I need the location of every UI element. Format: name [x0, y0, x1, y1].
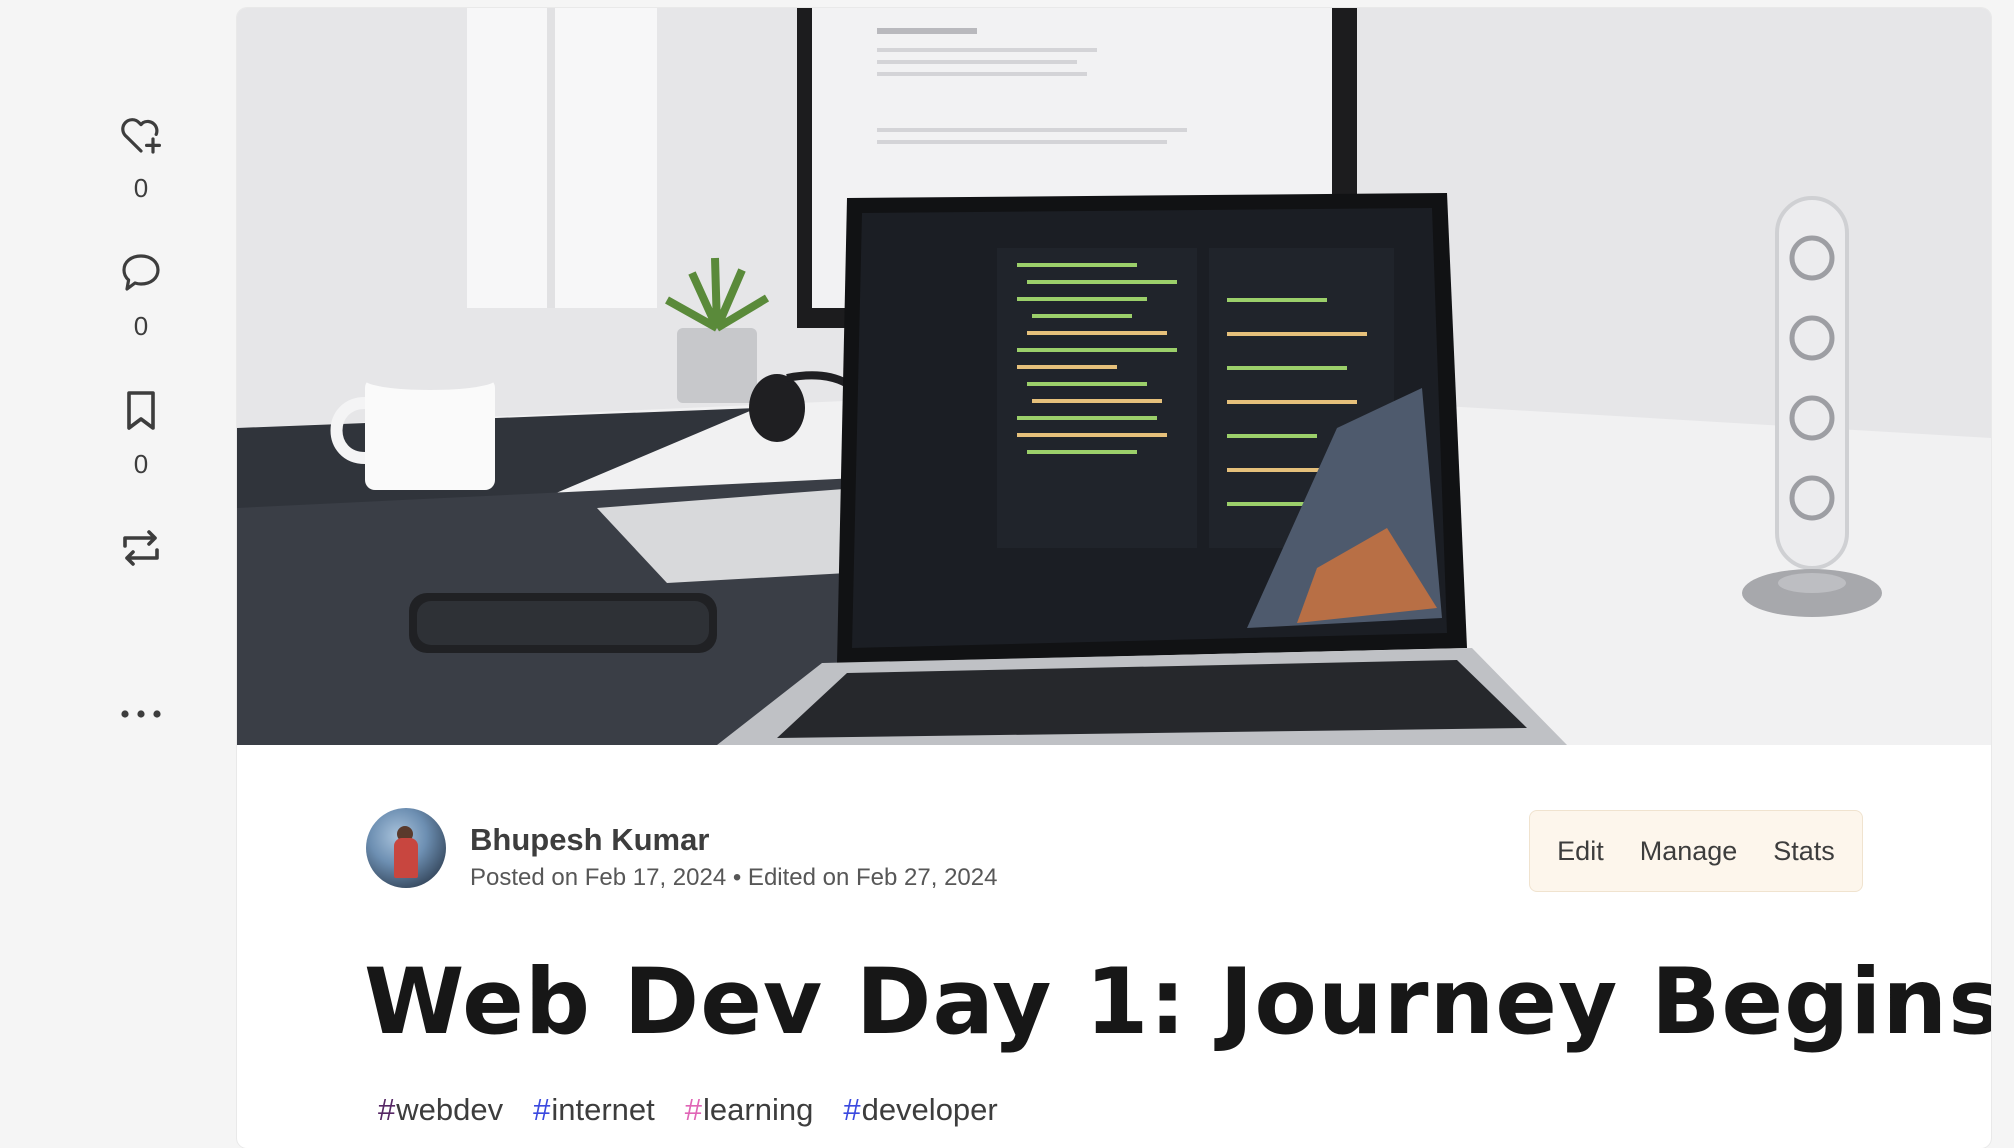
like-count: 0: [133, 173, 149, 203]
article-title: Web Dev Day 1: Journey Begins: [364, 950, 1991, 1055]
bookmark-button[interactable]: 0: [117, 386, 165, 480]
tag-hash: #: [684, 1092, 703, 1127]
article-meta: Bhupesh Kumar Posted on Feb 17, 2024 • E…: [366, 808, 1863, 898]
tag-label: developer: [861, 1092, 998, 1127]
tag-label: internet: [551, 1092, 655, 1127]
bookmark-count: 0: [133, 449, 149, 479]
tag-hash: #: [378, 1092, 396, 1127]
tag-hash: #: [533, 1092, 551, 1127]
tag-list: #webdev #internet #learning #developer: [378, 1092, 998, 1128]
author-name[interactable]: Bhupesh Kumar: [470, 822, 709, 858]
manage-button[interactable]: Manage: [1622, 836, 1756, 867]
tag-label: webdev: [396, 1092, 504, 1127]
heart-plus-icon: [117, 110, 165, 163]
cover-image: [237, 8, 1991, 745]
more-horizontal-icon: [119, 708, 163, 725]
tag-internet[interactable]: #internet: [533, 1092, 655, 1128]
author-actions: Edit Manage Stats: [1529, 810, 1863, 892]
post-date: Posted on Feb 17, 2024 • Edited on Feb 2…: [470, 864, 998, 891]
comments-button[interactable]: 0: [117, 248, 165, 342]
comment-icon: [117, 248, 165, 301]
repost-icon: [117, 524, 165, 577]
like-button[interactable]: 0: [117, 110, 165, 204]
bookmark-icon: [117, 386, 165, 439]
tag-learning[interactable]: #learning: [685, 1092, 814, 1128]
tag-label: learning: [703, 1092, 814, 1127]
stats-button[interactable]: Stats: [1755, 836, 1853, 867]
reaction-rail: 0 0 0: [96, 110, 186, 726]
more-options-button[interactable]: [119, 707, 163, 726]
comments-count: 0: [133, 311, 149, 341]
tag-developer[interactable]: #developer: [843, 1092, 997, 1128]
tag-hash: #: [843, 1092, 861, 1127]
tag-webdev[interactable]: #webdev: [378, 1092, 503, 1128]
edit-button[interactable]: Edit: [1539, 836, 1622, 867]
article-card: Bhupesh Kumar Posted on Feb 17, 2024 • E…: [237, 8, 1991, 1148]
share-button[interactable]: [117, 524, 165, 577]
author-avatar[interactable]: [366, 808, 446, 888]
